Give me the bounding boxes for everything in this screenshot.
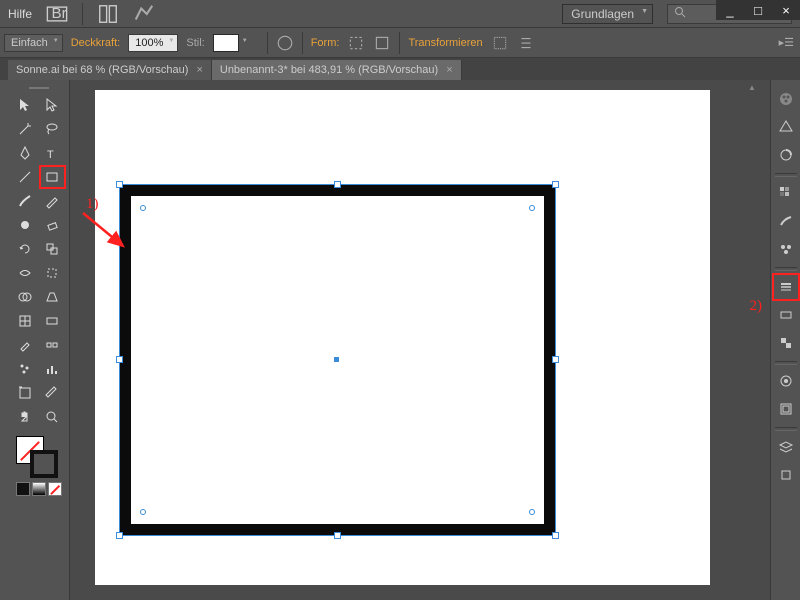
corner-handle[interactable] [116, 181, 123, 188]
graph-tool[interactable] [40, 358, 66, 380]
document-tabs: Sonne.ai bei 68 % (RGB/Vorschau)× Unbena… [0, 58, 800, 80]
toolbox-grip[interactable] [12, 84, 65, 92]
rectangle-tool[interactable] [40, 166, 66, 188]
gradient-tool[interactable] [40, 310, 66, 332]
artboards-panel-icon[interactable] [773, 462, 799, 488]
gpu-icon[interactable] [133, 3, 155, 25]
pencil-tool[interactable] [40, 190, 66, 212]
artboard-tool[interactable] [12, 382, 38, 404]
svg-text:T: T [47, 149, 54, 161]
shape-opt1-icon[interactable] [347, 34, 365, 52]
scroll-up-icon[interactable]: ▲ [746, 80, 758, 94]
mesh-tool[interactable] [12, 310, 38, 332]
lasso-tool[interactable] [40, 118, 66, 140]
color-panel-icon[interactable] [773, 86, 799, 112]
toolbox: T [0, 80, 70, 600]
corner-widget[interactable] [529, 205, 535, 211]
style-swatch[interactable] [213, 34, 239, 52]
edge-handle[interactable] [334, 181, 341, 188]
search-icon [674, 6, 686, 21]
brush-tool[interactable] [12, 190, 38, 212]
layers-panel-icon[interactable] [773, 434, 799, 460]
svg-text:Br: Br [52, 5, 67, 22]
selection-tool[interactable] [12, 94, 38, 116]
line-tool[interactable] [12, 166, 38, 188]
swatches-panel-icon[interactable] [773, 180, 799, 206]
symbols-panel-icon[interactable] [773, 236, 799, 262]
color-guide-icon[interactable] [773, 114, 799, 140]
corner-widget[interactable] [140, 205, 146, 211]
brushes-panel-icon[interactable] [773, 208, 799, 234]
corner-widget[interactable] [140, 509, 146, 515]
corner-handle[interactable] [552, 532, 559, 539]
close-button[interactable]: × [772, 0, 800, 20]
appearance-panel-icon[interactable] [773, 368, 799, 394]
shapebuilder-tool[interactable] [12, 286, 38, 308]
doc-tab-1[interactable]: Unbenannt-3* bei 483,91 % (RGB/Vorschau)… [212, 60, 462, 80]
fill-stroke-control[interactable] [16, 436, 58, 478]
transparency-panel-icon[interactable] [773, 330, 799, 356]
type-tool[interactable]: T [40, 142, 66, 164]
edge-handle[interactable] [552, 356, 559, 363]
direct-select-tool[interactable] [40, 94, 66, 116]
transform-label[interactable]: Transformieren [408, 37, 482, 49]
opacity-label: Deckkraft: [71, 37, 121, 49]
eyedropper-tool[interactable] [12, 334, 38, 356]
width-tool[interactable] [12, 262, 38, 284]
eraser-tool[interactable] [40, 214, 66, 236]
corner-handle[interactable] [552, 181, 559, 188]
doc-tab-0[interactable]: Sonne.ai bei 68 % (RGB/Vorschau)× [8, 60, 212, 80]
kuler-icon[interactable] [773, 142, 799, 168]
tab-close-icon[interactable]: × [196, 64, 202, 76]
style-label: Stil: [186, 37, 204, 49]
slice-tool[interactable] [40, 382, 66, 404]
annotation-1: 1) [86, 196, 99, 213]
options-bar: Einfach Deckkraft: 100% Stil: Form: Tran… [0, 28, 800, 58]
vertical-scrollbar[interactable]: ▲ [746, 80, 758, 600]
blend-tool[interactable] [40, 334, 66, 356]
minimize-button[interactable]: _ [716, 0, 744, 20]
edge-handle[interactable] [116, 356, 123, 363]
edge-handle[interactable] [334, 532, 341, 539]
symbol-spray-tool[interactable] [12, 358, 38, 380]
gradient-panel-icon[interactable] [773, 302, 799, 328]
magic-wand-tool[interactable] [12, 118, 38, 140]
pen-tool[interactable] [12, 142, 38, 164]
corner-handle[interactable] [116, 532, 123, 539]
bridge-icon[interactable]: Br [46, 3, 68, 25]
panel-dock [770, 80, 800, 600]
zoom-tool[interactable] [40, 406, 66, 428]
maximize-button[interactable]: □ [744, 0, 772, 20]
workspace-dropdown[interactable]: Grundlagen [562, 4, 653, 24]
transform-opt2-icon[interactable] [517, 34, 535, 52]
graphic-styles-icon[interactable] [773, 396, 799, 422]
menubar: Hilfe Br Grundlagen [0, 0, 800, 28]
color-mode-icon[interactable] [16, 482, 30, 496]
none-mode-icon[interactable] [48, 482, 62, 496]
opacity-field[interactable]: 100% [128, 34, 178, 52]
shape-opt2-icon[interactable] [373, 34, 391, 52]
stroke-panel-icon[interactable] [773, 274, 799, 300]
stroke-swatch[interactable] [30, 450, 58, 478]
center-point [334, 357, 339, 362]
free-transform-tool[interactable] [40, 262, 66, 284]
arrange-icon[interactable] [97, 3, 119, 25]
form-label: Form: [311, 37, 340, 49]
window-controls: _ □ × [716, 0, 800, 20]
menu-help[interactable]: Hilfe [8, 7, 32, 21]
corner-widget[interactable] [529, 509, 535, 515]
rotate-tool[interactable] [12, 238, 38, 260]
tab-close-icon[interactable]: × [446, 64, 452, 76]
mode-combo[interactable]: Einfach [4, 34, 63, 52]
blob-tool[interactable] [12, 214, 38, 236]
scale-tool[interactable] [40, 238, 66, 260]
transform-opt1-icon[interactable] [491, 34, 509, 52]
gradient-mode-icon[interactable] [32, 482, 46, 496]
perspective-tool[interactable] [40, 286, 66, 308]
hand-tool[interactable] [12, 406, 38, 428]
collapse-icon[interactable]: ▸☰ [779, 36, 794, 49]
annotation-2: 2) [750, 298, 763, 315]
recolor-icon[interactable] [276, 34, 294, 52]
